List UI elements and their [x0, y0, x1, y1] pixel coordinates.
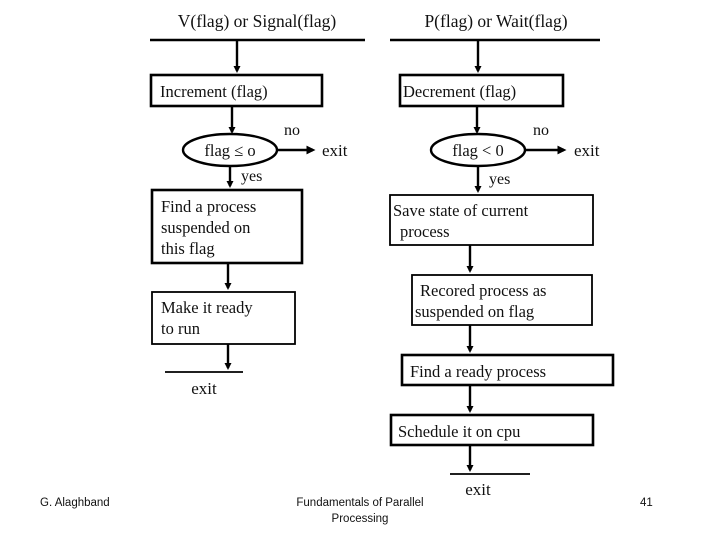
footer-title-line1: Fundamentals of Parallel	[296, 497, 424, 509]
slide-canvas: V(flag) or Signal(flag) Increment (flag)…	[0, 0, 720, 540]
left-branch-no-exit-label: exit	[322, 141, 348, 160]
left-branch-yes-label: yes	[241, 168, 262, 185]
right-branch-no-label: no	[533, 122, 549, 139]
right-process-record-label-line1: Recored process as	[420, 281, 546, 300]
left-decision-label: flag ≤ o	[204, 141, 255, 160]
left-process-find-label-line1: Find a process	[161, 197, 256, 216]
right-branch-no-exit-label: exit	[574, 141, 600, 160]
right-process-decrement-label: Decrement (flag)	[403, 82, 516, 101]
left-exit-label: exit	[191, 379, 217, 398]
left-branch-no-label: no	[284, 122, 300, 139]
footer-title-line2: Processing	[331, 512, 389, 525]
right-process-save-label-line1: Save state of current	[393, 201, 529, 220]
right-branch-yes-label: yes	[489, 171, 510, 188]
right-flow-header-label: P(flag) or Wait(flag)	[424, 11, 567, 31]
left-process-increment-label: Increment (flag)	[160, 82, 268, 101]
footer-author: G. Alaghband	[40, 497, 110, 509]
left-flow-header-label: V(flag) or Signal(flag)	[178, 11, 337, 31]
left-process-find-label-line2: suspended on	[161, 218, 250, 237]
footer-page-number: 41	[640, 497, 653, 509]
flowchart-diagram: V(flag) or Signal(flag) Increment (flag)…	[149, 11, 615, 495]
left-process-ready-label-line1: Make it ready	[161, 298, 253, 317]
right-process-findready-label: Find a ready process	[410, 362, 546, 381]
slide-footer: G. Alaghband Fundamentals of Parallel Pr…	[0, 492, 720, 540]
left-process-find-label-line3: this flag	[161, 239, 215, 258]
right-process-record-label-line2: suspended on flag	[415, 302, 534, 321]
left-process-ready-label-line2: to run	[161, 319, 200, 338]
footer-title: Fundamentals of Parallel Processing	[240, 496, 480, 527]
right-decision-label: flag < 0	[452, 141, 503, 160]
right-process-schedule-label: Schedule it on cpu	[398, 422, 520, 441]
right-process-save-label-line2: process	[400, 222, 449, 241]
